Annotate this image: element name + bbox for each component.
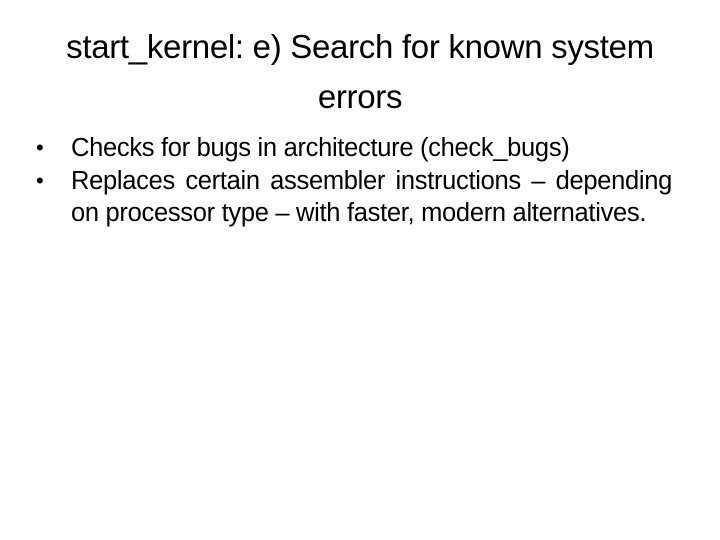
bullet-marker-icon: • (36, 167, 44, 193)
slide-title: start_kernel: e) Search for known system… (66, 28, 654, 115)
bullet-marker-icon: • (36, 135, 44, 160)
slide: start_kernel: e) Search for known system… (0, 0, 720, 540)
bullet-item: • Replaces certain assembler instruction… (36, 165, 672, 230)
bullet-list: • Checks for bugs in architecture (check… (36, 132, 672, 230)
bullet-text: Checks for bugs in architecture (check_b… (71, 134, 570, 162)
bullet-item: • Checks for bugs in architecture (check… (36, 132, 672, 165)
bullet-text: Replaces certain assembler instructions … (71, 166, 672, 228)
